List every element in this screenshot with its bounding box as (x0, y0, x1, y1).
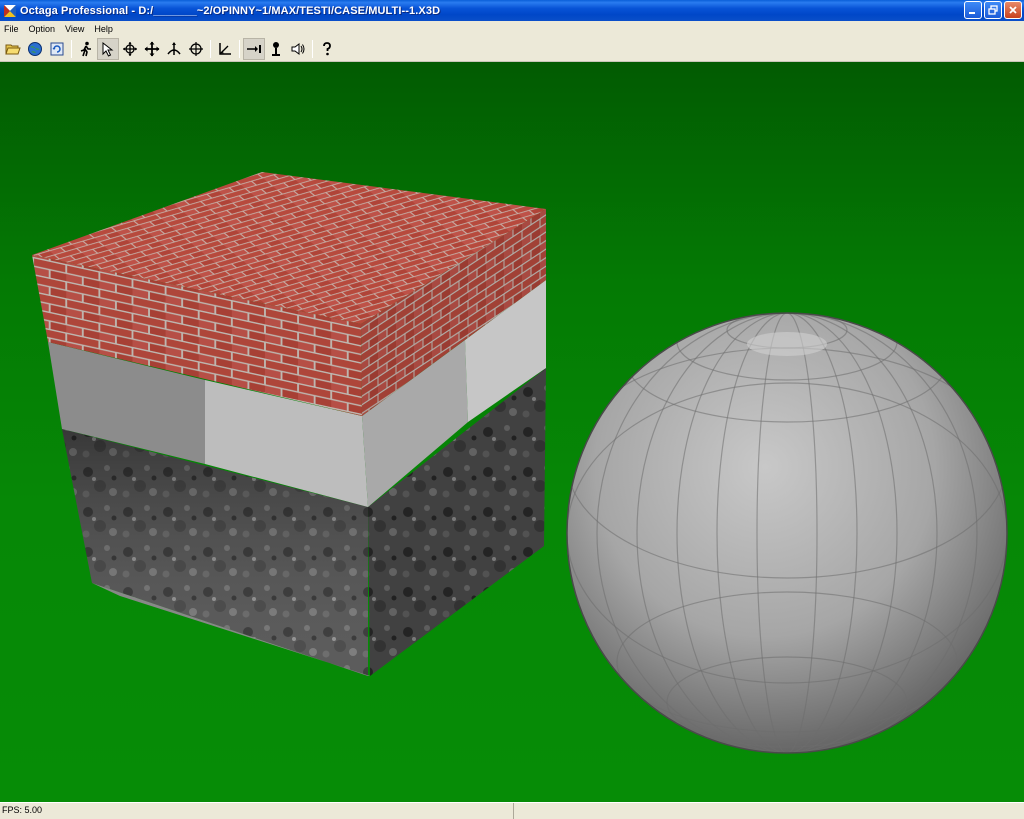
status-bar: FPS: 5.00 (0, 802, 1024, 819)
open-folder-icon (5, 44, 21, 54)
status-pane-secondary (514, 803, 1024, 819)
3d-viewport[interactable] (0, 62, 1024, 802)
open-button[interactable] (2, 38, 24, 60)
crosshair-icon (189, 41, 203, 56)
walk-mode-button[interactable] (75, 38, 97, 60)
sound-button[interactable] (287, 38, 309, 60)
reload-button[interactable] (46, 38, 68, 60)
scene-canvas[interactable] (0, 62, 1024, 802)
open-url-button[interactable] (24, 38, 46, 60)
globe-icon (28, 41, 42, 56)
headlight-icon (272, 41, 280, 56)
toolbar-separator (312, 39, 313, 58)
menu-help[interactable]: Help (89, 22, 118, 36)
faceted-sphere[interactable] (566, 302, 1008, 754)
goto-button[interactable] (243, 37, 265, 60)
toolbar (0, 36, 1024, 62)
align-axis-button[interactable] (214, 38, 236, 60)
window-title: Octaga Professional - D:/_______~2/OPINN… (20, 4, 441, 17)
goto-icon (247, 44, 261, 53)
close-button[interactable] (1004, 1, 1022, 19)
pan-mode-button[interactable] (141, 38, 163, 60)
restore-button[interactable] (984, 1, 1002, 19)
fps-readout: FPS: 5.00 (0, 803, 514, 819)
examine-icon (123, 41, 137, 56)
select-arrow-icon (102, 41, 114, 57)
menu-view[interactable]: View (60, 22, 89, 36)
fly-icon (167, 41, 181, 55)
help-button[interactable] (316, 38, 338, 60)
select-mode-button[interactable] (97, 37, 119, 60)
walk-icon (80, 41, 91, 56)
title-bar: Octaga Professional - D:/_______~2/OPINN… (0, 0, 1024, 21)
sound-icon (291, 42, 305, 55)
fly-mode-button[interactable] (163, 38, 185, 60)
textured-cube[interactable] (32, 172, 546, 676)
menu-bar: File Option View Help (0, 21, 1024, 36)
reload-icon (50, 42, 64, 55)
toolbar-separator (239, 39, 240, 58)
minimize-button[interactable] (964, 1, 982, 19)
close-icon (1009, 6, 1017, 14)
toolbar-separator (71, 39, 72, 58)
examine-mode-button[interactable] (119, 38, 141, 60)
menu-option[interactable]: Option (24, 22, 61, 36)
restore-icon (988, 5, 998, 15)
help-icon (323, 41, 331, 55)
octaga-app-icon[interactable] (3, 4, 17, 18)
axis-icon (219, 42, 231, 55)
toolbar-separator (210, 39, 211, 58)
window-controls (964, 1, 1022, 19)
look-mode-button[interactable] (185, 38, 207, 60)
headlight-button[interactable] (265, 38, 287, 60)
menu-file[interactable]: File (0, 22, 24, 36)
pan-icon (144, 41, 160, 56)
minimize-icon (969, 12, 975, 14)
